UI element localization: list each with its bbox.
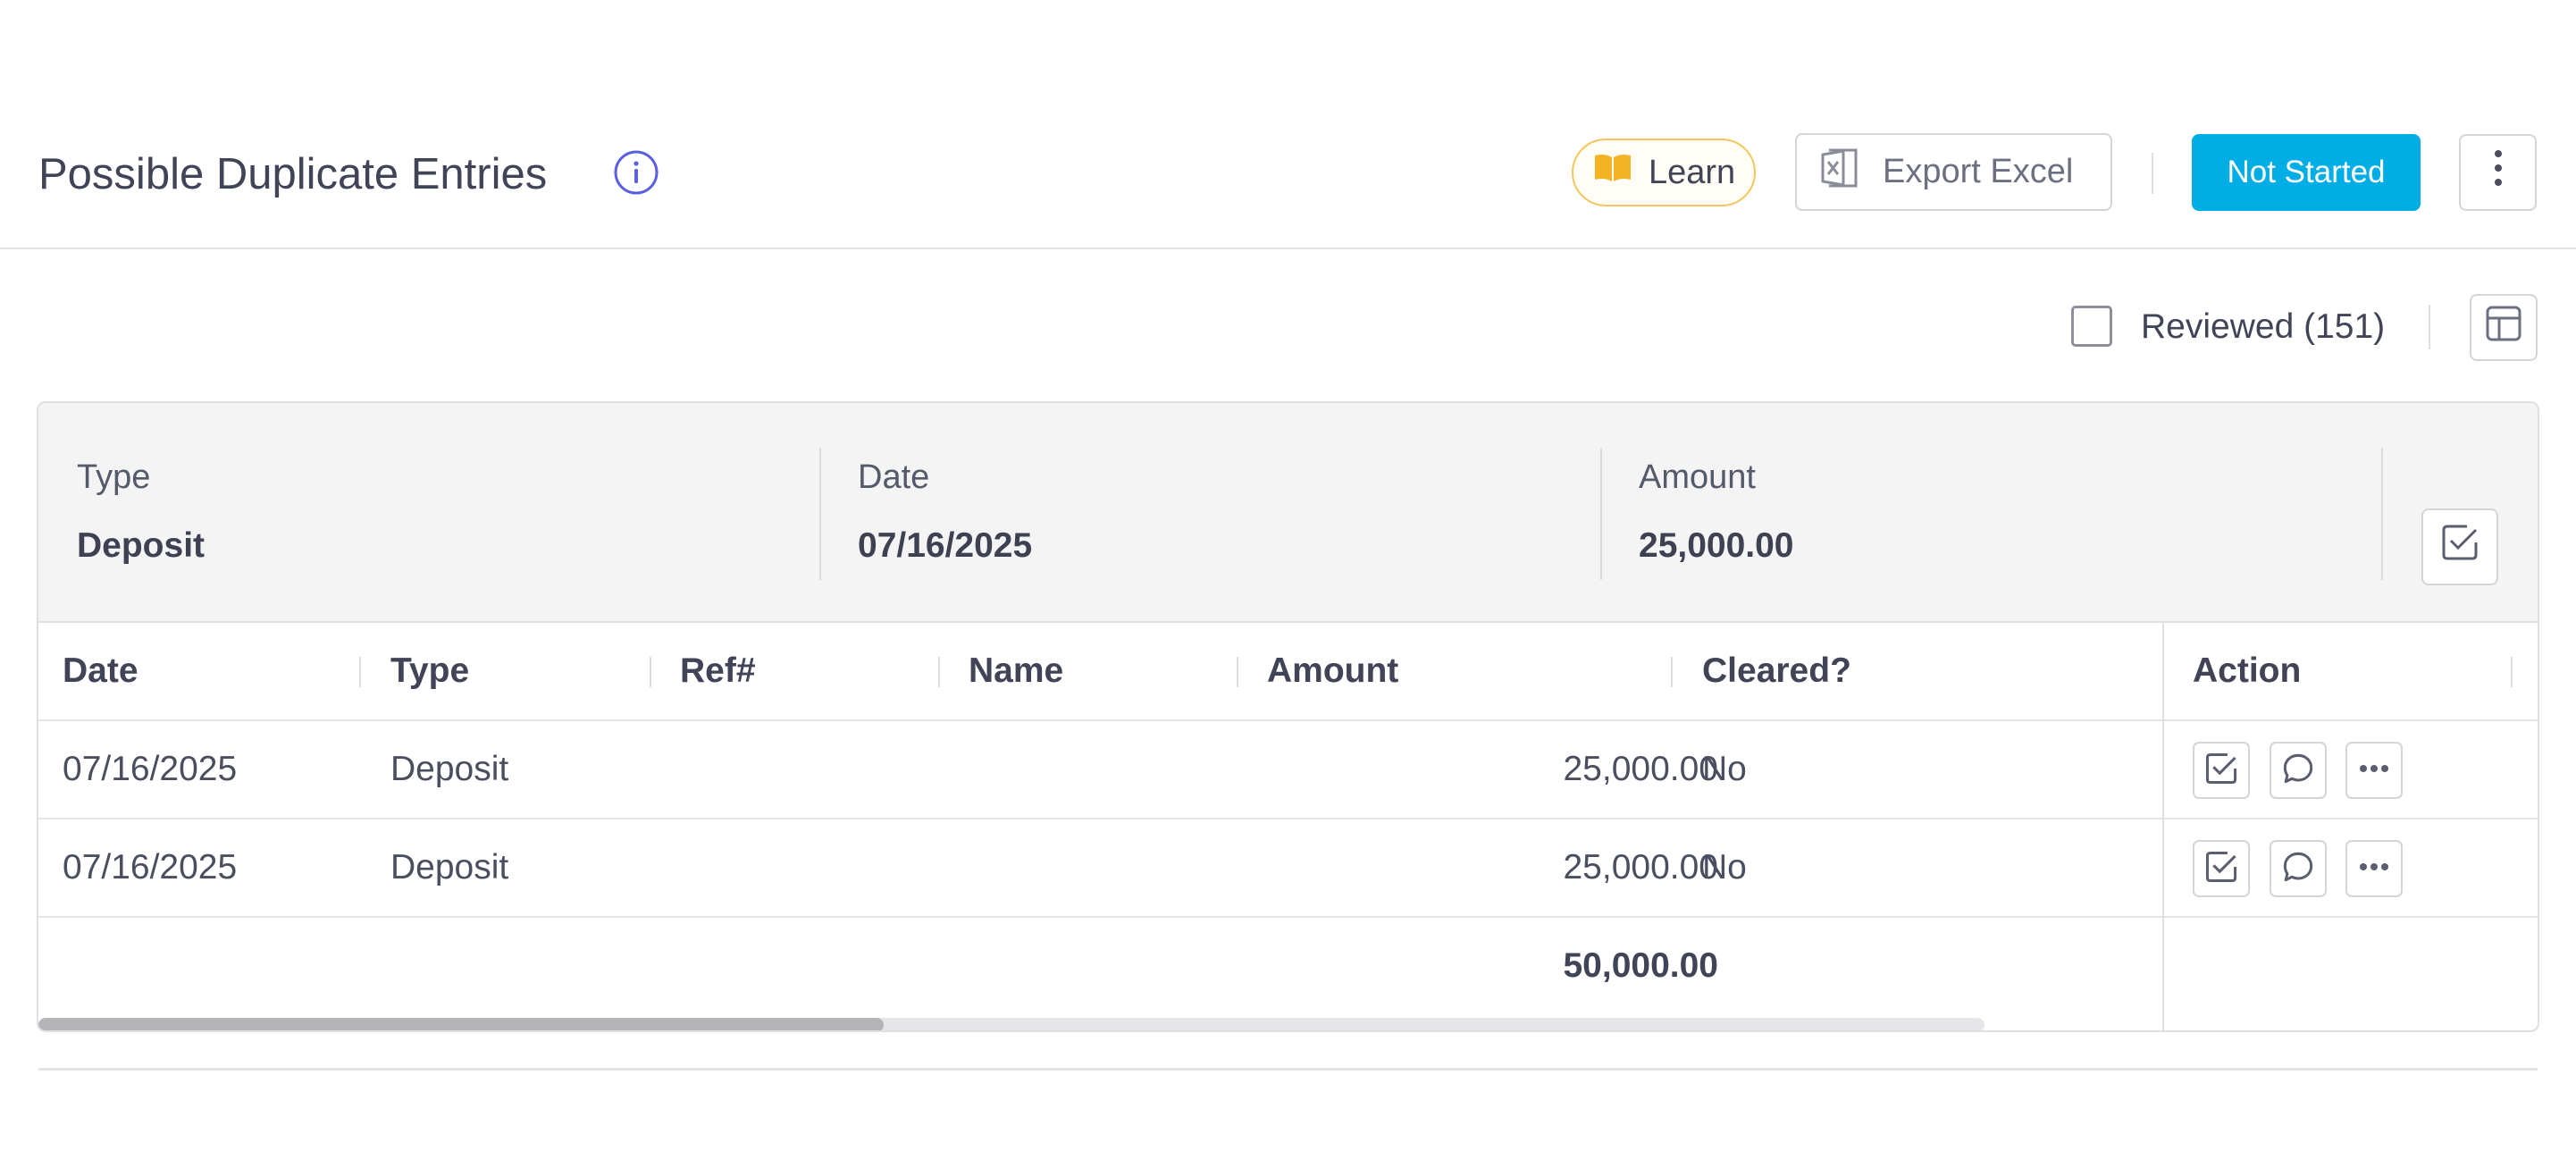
mark-group-reviewed-button[interactable] (2421, 508, 2498, 585)
cell-cleared: No (1702, 848, 1747, 887)
kebab-menu-button[interactable] (2459, 134, 2537, 211)
cell-date: 07/16/2025 (63, 848, 238, 887)
column-resizer[interactable] (650, 657, 651, 687)
group-type-label: Type (77, 458, 151, 496)
check-square-icon (2204, 752, 2238, 790)
horizontal-scrollbar-thumb[interactable] (38, 1018, 884, 1030)
cell-cleared: No (1702, 750, 1747, 788)
group-date-label: Date (858, 458, 930, 496)
check-square-icon (2440, 523, 2480, 571)
more-actions-button[interactable] (2345, 742, 2403, 799)
cell-amount: 25,000.00 (1563, 848, 1718, 887)
book-icon (1593, 153, 1649, 192)
page-title: Possible Duplicate Entries (38, 150, 548, 198)
reviewed-label: Reviewed (151) (2141, 307, 2386, 346)
action-column-divider (2162, 623, 2164, 1030)
learn-label: Learn (1649, 153, 1736, 191)
column-header-type[interactable]: Type (390, 623, 469, 719)
column-header-amount[interactable]: Amount (1267, 623, 1398, 719)
duplicate-group-header: Type Deposit Date 07/16/2025 Amount 25,0… (38, 403, 2538, 623)
columns-icon (2484, 304, 2523, 352)
group-amount-label: Amount (1639, 458, 1756, 496)
mark-reviewed-button[interactable] (2193, 742, 2250, 799)
kebab-icon (2493, 148, 2504, 197)
column-header-date[interactable]: Date (63, 623, 138, 719)
group-type: Type Deposit (38, 403, 819, 623)
duplicates-table-card: Type Deposit Date 07/16/2025 Amount 25,0… (37, 401, 2539, 1032)
column-header-name[interactable]: Name (969, 623, 1063, 719)
group-amount: Amount 25,000.00 (1602, 403, 2383, 623)
info-icon[interactable] (613, 149, 659, 196)
column-resizer[interactable] (938, 657, 940, 687)
columns-button[interactable] (2470, 294, 2538, 361)
column-header-action: Action (2193, 651, 2302, 690)
group-type-value: Deposit (77, 526, 206, 565)
group-divider (2381, 448, 2383, 580)
comment-button[interactable] (2270, 840, 2327, 897)
learn-button[interactable]: Learn (1572, 139, 1756, 206)
column-resizer[interactable] (359, 657, 361, 687)
more-icon (2357, 861, 2391, 877)
section-divider (38, 1068, 2538, 1071)
cell-amount: 25,000.00 (1563, 750, 1718, 788)
group-amount-value: 25,000.00 (1639, 526, 1794, 565)
export-excel-label: Export Excel (1883, 153, 2074, 190)
more-icon (2357, 762, 2391, 778)
check-square-icon (2204, 850, 2238, 888)
column-header-ref[interactable]: Ref# (680, 623, 756, 719)
mark-reviewed-button[interactable] (2193, 840, 2250, 897)
comment-button[interactable] (2270, 742, 2327, 799)
comment-icon (2281, 752, 2315, 790)
comment-icon (2281, 850, 2315, 888)
cell-type: Deposit (390, 848, 509, 887)
column-header-cleared[interactable]: Cleared? (1702, 623, 1851, 719)
more-actions-button[interactable] (2345, 840, 2403, 897)
group-date-value: 07/16/2025 (858, 526, 1033, 565)
excel-icon (1820, 147, 1883, 198)
column-resizer[interactable] (1237, 657, 1238, 687)
toolbar-divider (2429, 305, 2430, 349)
export-excel-button[interactable]: Export Excel (1795, 133, 2112, 211)
column-resizer[interactable] (2511, 657, 2513, 687)
page-header: Possible Duplicate Entries Learn Export … (0, 0, 2576, 249)
column-resizer[interactable] (1671, 657, 1673, 687)
header-divider (2152, 153, 2153, 194)
group-date: Date 07/16/2025 (821, 403, 1602, 623)
reviewed-checkbox[interactable] (2071, 306, 2112, 347)
cell-type: Deposit (390, 750, 509, 788)
cell-date: 07/16/2025 (63, 750, 238, 788)
status-button[interactable]: Not Started (2192, 134, 2421, 211)
total-amount: 50,000.00 (1563, 946, 1718, 985)
